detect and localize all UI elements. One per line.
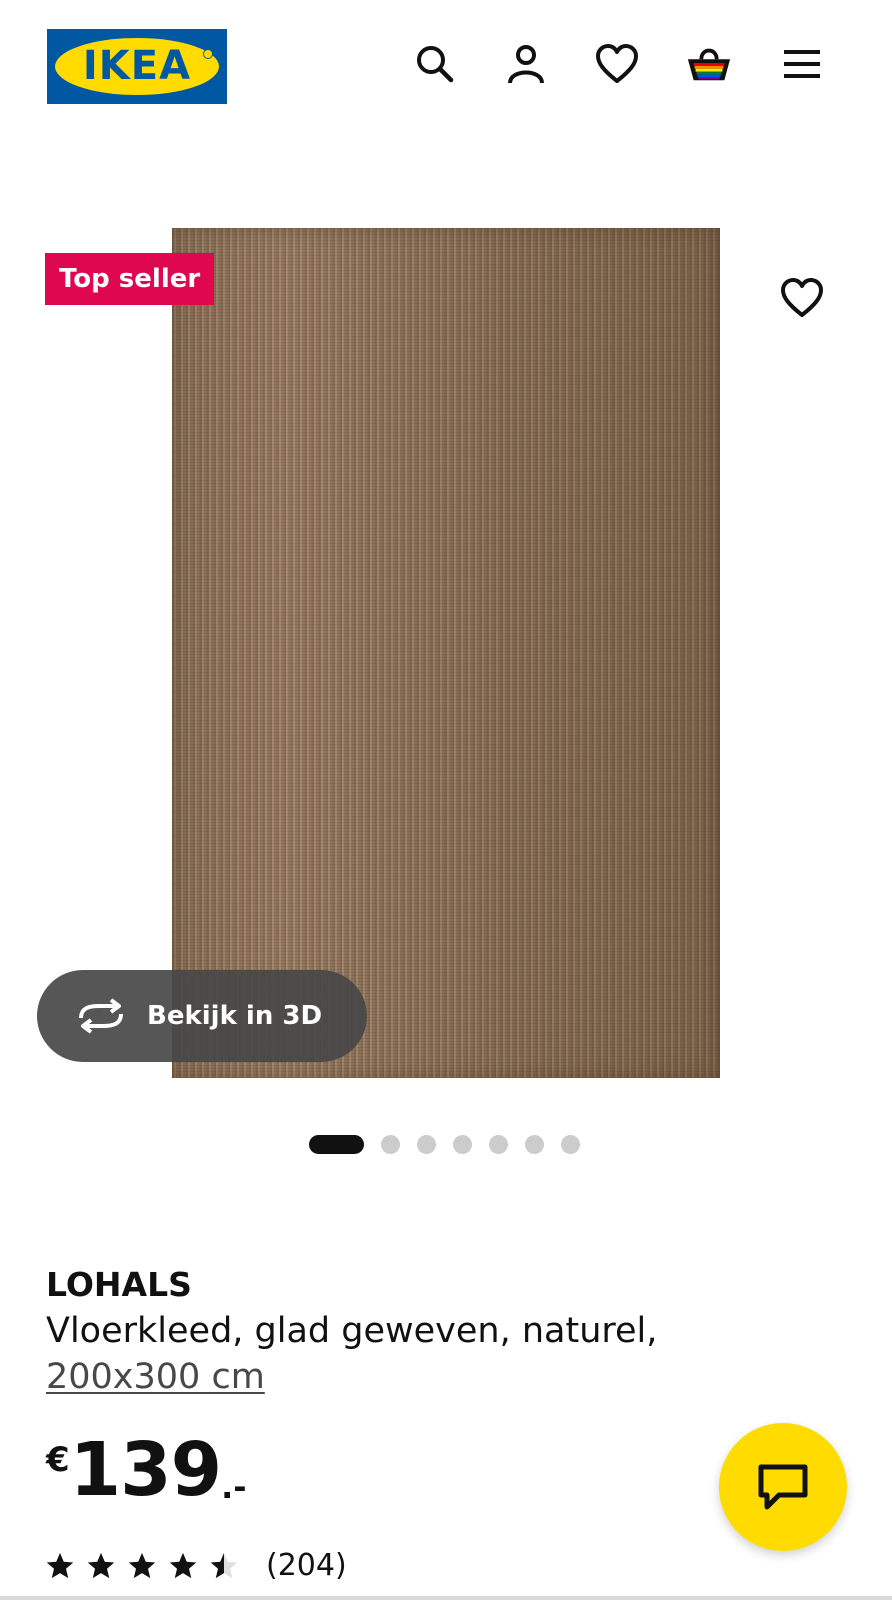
product-price: € 139 .- (46, 1430, 247, 1510)
star-icon-half (210, 1552, 238, 1578)
heart-icon (781, 278, 823, 317)
gallery-dot-3[interactable] (417, 1134, 436, 1154)
product-name: LOHALS (46, 1265, 192, 1304)
top-seller-badge: Top seller (45, 253, 215, 305)
chat-button[interactable] (719, 1423, 847, 1551)
gallery-dot-6[interactable] (525, 1134, 544, 1154)
rotate-3d-icon (75, 998, 127, 1034)
bottom-divider (0, 1596, 892, 1600)
menu-icon (784, 50, 820, 78)
product-description-text: Vloerkleed, glad geweven, naturel, (46, 1311, 658, 1351)
product-description: Vloerkleed, glad geweven, naturel, 200x3… (46, 1308, 806, 1400)
product-rating[interactable]: (204) (45, 1548, 347, 1583)
star-icon-full (46, 1552, 74, 1578)
heart-icon (596, 44, 638, 83)
image-favorite-button[interactable] (774, 270, 830, 326)
registered-mark (203, 49, 213, 59)
account-button[interactable] (503, 41, 549, 87)
view-in-3d-label: Bekijk in 3D (147, 1001, 323, 1031)
basket-button[interactable] (686, 41, 732, 87)
view-in-3d-button[interactable]: Bekijk in 3D (37, 970, 367, 1062)
price-amount: 139 (69, 1427, 222, 1513)
gallery-dot-4[interactable] (453, 1134, 472, 1154)
menu-button[interactable] (779, 41, 825, 87)
gallery-dot-1[interactable] (309, 1134, 364, 1154)
gallery-dot-5[interactable] (489, 1134, 508, 1154)
basket-icon (687, 48, 731, 81)
gallery-pagination (309, 1134, 580, 1154)
user-icon (508, 45, 544, 84)
star-icon-full (169, 1552, 197, 1578)
price-currency: € (46, 1440, 70, 1480)
ikea-logo[interactable]: IKEA (47, 29, 227, 104)
review-count: (204) (266, 1548, 347, 1583)
logo-text: IKEA (82, 43, 192, 89)
product-image-rug (172, 228, 720, 1078)
gallery-dot-7[interactable] (561, 1134, 580, 1154)
price-decimals: .- (221, 1468, 247, 1506)
product-size-link[interactable]: 200x300 cm (46, 1357, 265, 1397)
wishlist-button[interactable] (594, 41, 640, 87)
search-icon (417, 46, 454, 83)
search-button[interactable] (412, 41, 458, 87)
star-icon-full (128, 1552, 156, 1578)
gallery-dot-2[interactable] (381, 1134, 400, 1154)
star-icon-full (87, 1552, 115, 1578)
chat-icon (758, 1464, 808, 1510)
product-gallery[interactable]: Top seller Bekijk in 3D (0, 150, 892, 1100)
